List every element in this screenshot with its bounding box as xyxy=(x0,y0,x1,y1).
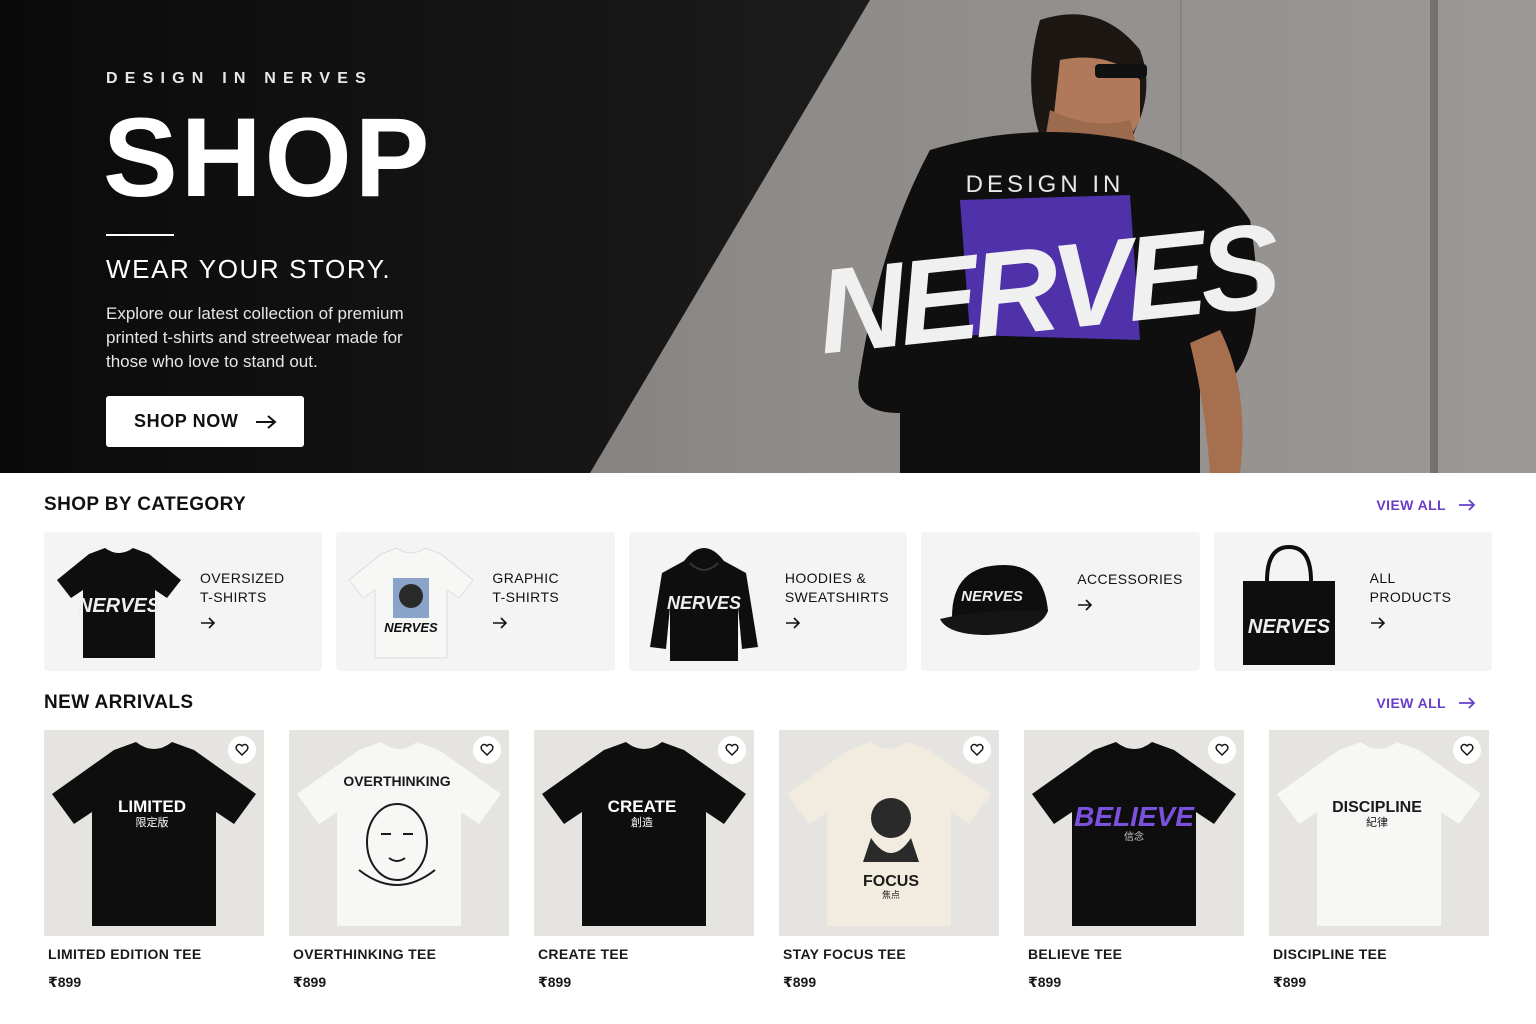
hero-divider xyxy=(106,234,174,236)
product-card[interactable]: DISCIPLINE 紀律 DISCIPLINE TEE ₹899 xyxy=(1269,730,1489,991)
product-grid: LIMITED 限定版 LIMITED EDITION TEE ₹899 OVE… xyxy=(44,730,1489,991)
product-print: OVERTHINKING xyxy=(343,773,450,789)
product-print: FOCUS xyxy=(863,873,919,890)
product-print-sub: 焦点 xyxy=(882,889,900,900)
arrivals-section-title: NEW ARRIVALS xyxy=(44,692,194,713)
category-list: NERVES OVERSIZED T-SHIRTS NERVES GRAPHIC… xyxy=(44,532,1493,671)
wishlist-button[interactable] xyxy=(473,736,501,764)
product-name: BELIEVE TEE xyxy=(1028,946,1123,962)
heart-icon xyxy=(970,743,984,756)
product-print: LIMITED xyxy=(118,797,186,816)
product-card[interactable]: LIMITED 限定版 LIMITED EDITION TEE ₹899 xyxy=(44,730,264,991)
hero-banner: DESIGN IN NERVES DESIGN IN NERVES SHOP W… xyxy=(0,0,1536,473)
product-image: FOCUS 焦点 xyxy=(779,730,999,936)
arrow-right-icon xyxy=(493,617,508,629)
category-card-all-products[interactable]: NERVES ALL PRODUCTS xyxy=(1213,532,1493,671)
product-print: DISCIPLINE xyxy=(1332,799,1422,816)
hero-eyebrow: DESIGN IN NERVES xyxy=(106,70,373,87)
category-section-header: SHOP BY CATEGORY VIEW ALL xyxy=(44,494,1492,516)
product-price: ₹899 xyxy=(48,974,82,990)
category-card-oversized-tshirts[interactable]: NERVES OVERSIZED T-SHIRTS xyxy=(44,532,323,671)
category-card-accessories[interactable]: NERVES ACCESSORIES xyxy=(921,532,1200,671)
product-image: CREATE 創造 xyxy=(534,730,754,936)
hero-copy: DESIGN IN NERVES SHOP WEAR YOUR STORY. E… xyxy=(103,70,526,447)
category-print: NERVES xyxy=(961,588,1023,605)
arrivals-view-all-link[interactable]: VIEW ALL xyxy=(1376,695,1476,711)
categories-view-all-link[interactable]: VIEW ALL xyxy=(1376,497,1476,513)
shop-now-button[interactable]: SHOP NOW xyxy=(106,396,304,447)
product-print-sub: 限定版 xyxy=(136,815,169,829)
category-label: ALL PRODUCTS xyxy=(1369,570,1452,605)
product-print: BELIEVE xyxy=(1074,801,1195,832)
product-print: CREATE xyxy=(608,797,677,816)
hero-tagline: WEAR YOUR STORY. xyxy=(106,254,392,284)
black-tshirt-image: NERVES xyxy=(44,532,194,671)
category-label: ACCESSORIES xyxy=(1077,570,1183,587)
category-card-graphic-tshirts[interactable]: NERVES GRAPHIC T-SHIRTS xyxy=(336,532,615,671)
arrow-right-icon xyxy=(1370,617,1385,629)
tote-bag-image: NERVES xyxy=(1214,532,1364,671)
product-image: DISCIPLINE 紀律 xyxy=(1269,730,1489,936)
product-name: STAY FOCUS TEE xyxy=(783,946,906,962)
arrow-right-icon xyxy=(1459,499,1476,511)
category-label: HOODIES & SWEATSHIRTS xyxy=(784,570,890,605)
category-label: OVERSIZED T-SHIRTS xyxy=(200,570,285,605)
product-price: ₹899 xyxy=(538,974,572,990)
product-name: OVERTHINKING TEE xyxy=(293,946,437,962)
category-print: NERVES xyxy=(1248,616,1331,638)
arrow-right-icon xyxy=(201,617,216,629)
category-print: NERVES xyxy=(385,620,439,635)
product-card[interactable]: FOCUS 焦点 STAY FOCUS TEE ₹899 xyxy=(779,730,999,991)
product-card[interactable]: BELIEVE 信念 BELIEVE TEE ₹899 xyxy=(1024,730,1244,991)
product-print-sub: 信念 xyxy=(1124,830,1144,843)
product-price: ₹899 xyxy=(1028,974,1062,990)
category-section-title: SHOP BY CATEGORY xyxy=(44,494,247,515)
product-image: BELIEVE 信念 xyxy=(1024,730,1244,936)
product-print-sub: 紀律 xyxy=(1366,816,1388,829)
product-card[interactable]: OVERTHINKING OVERTHINKING TEE ₹899 xyxy=(289,730,509,991)
heart-icon xyxy=(480,743,494,756)
product-name: DISCIPLINE TEE xyxy=(1273,946,1387,962)
white-tshirt-image: NERVES xyxy=(336,532,486,671)
product-price: ₹899 xyxy=(293,974,327,990)
product-image: LIMITED 限定版 xyxy=(44,730,264,936)
arrow-right-icon xyxy=(1078,598,1093,611)
hero-shirt-print-top: DESIGN IN xyxy=(966,171,1125,198)
arrivals-section-header: NEW ARRIVALS VIEW ALL xyxy=(44,692,1492,714)
product-image: OVERTHINKING xyxy=(289,730,509,936)
category-card-hoodies[interactable]: NERVES HOODIES & SWEATSHIRTS xyxy=(628,532,908,671)
heart-icon xyxy=(725,743,739,756)
product-card[interactable]: CREATE 創造 CREATE TEE ₹899 xyxy=(534,730,754,991)
product-name: LIMITED EDITION TEE xyxy=(48,946,202,962)
shop-now-label: SHOP NOW xyxy=(134,411,239,431)
heart-icon xyxy=(1460,743,1474,756)
category-print: NERVES xyxy=(667,593,741,613)
hero-title: SHOP xyxy=(103,95,433,220)
heart-icon xyxy=(1215,743,1229,756)
arrow-right-icon xyxy=(1459,697,1476,709)
wishlist-button[interactable] xyxy=(228,736,256,764)
product-name: CREATE TEE xyxy=(538,946,629,962)
view-all-label: VIEW ALL xyxy=(1376,497,1446,513)
category-print: NERVES xyxy=(78,595,161,617)
wishlist-button[interactable] xyxy=(1208,736,1236,764)
wishlist-button[interactable] xyxy=(963,736,991,764)
category-label: GRAPHIC T-SHIRTS xyxy=(492,570,560,605)
heart-icon xyxy=(235,743,249,756)
wishlist-button[interactable] xyxy=(718,736,746,764)
arrow-right-icon xyxy=(785,617,800,629)
product-price: ₹899 xyxy=(1273,974,1307,990)
view-all-label: VIEW ALL xyxy=(1376,695,1446,711)
product-print-sub: 創造 xyxy=(631,815,653,829)
black-hoodie-image: NERVES xyxy=(629,532,779,671)
product-price: ₹899 xyxy=(783,974,817,990)
arrow-right-icon xyxy=(256,414,278,429)
wishlist-button[interactable] xyxy=(1453,736,1481,764)
black-cap-image: NERVES xyxy=(921,532,1071,671)
hero-description: Explore our latest collection of premium… xyxy=(106,304,404,371)
